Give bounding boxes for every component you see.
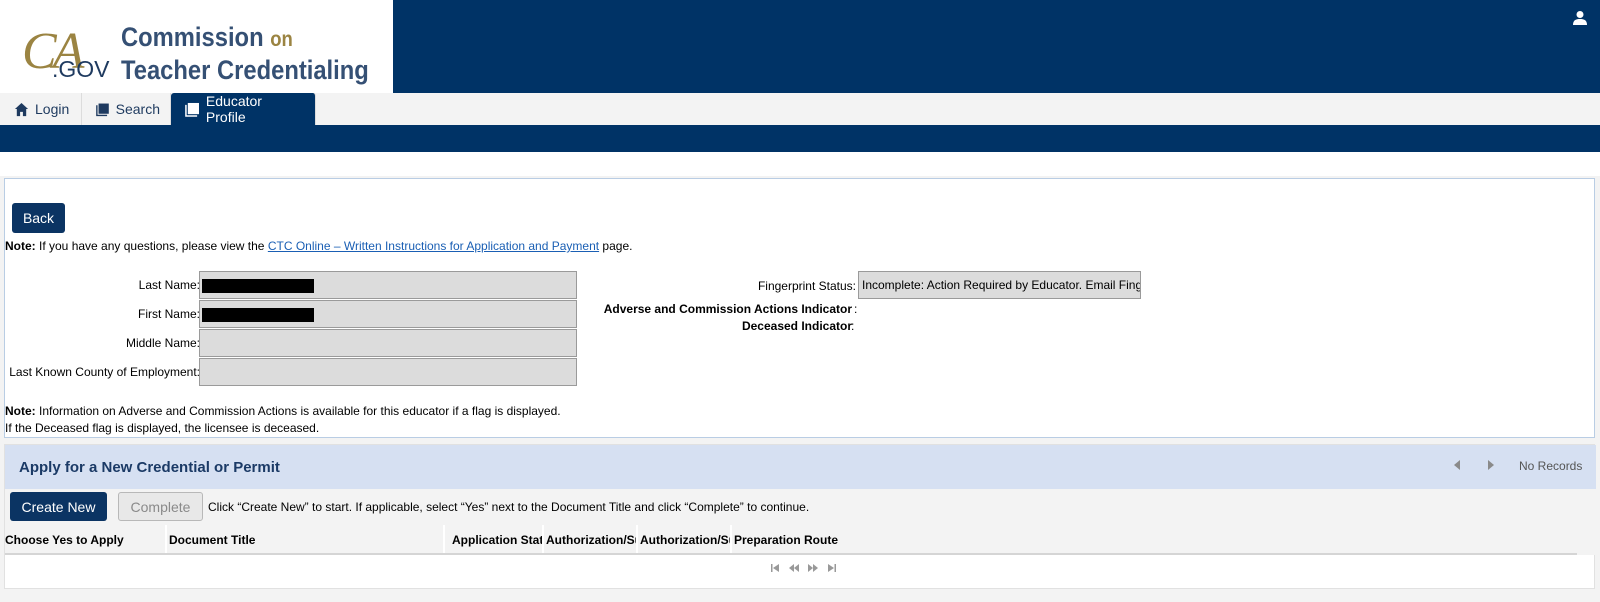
- help-note-text: If you have any questions, please view t…: [35, 239, 268, 253]
- middle-name-label: Middle Name:: [125, 336, 200, 350]
- logo-gov: .GOV: [52, 56, 110, 82]
- apply-toolbar: Create New Complete Click “Create New” t…: [5, 489, 1596, 525]
- adverse-indicator-label: Adverse and Commission Actions Indicator: [603, 302, 852, 316]
- first-page-icon[interactable]: [770, 563, 780, 573]
- county-label: Last Known County of Employment:: [9, 365, 200, 379]
- indicator-footnote: Note: Information on Adverse and Commiss…: [5, 404, 561, 418]
- apply-section-title: Apply for a New Credential or Permit: [19, 459, 280, 476]
- help-note: Note: If you have any questions, please …: [5, 239, 632, 253]
- apply-section-header: Apply for a New Credential or Permit No …: [5, 445, 1596, 489]
- record-count: No Records: [1519, 459, 1583, 473]
- search-page-icon: [96, 103, 109, 116]
- create-new-button[interactable]: Create New: [10, 492, 107, 521]
- logo[interactable]: CA .GOV Commission on Teacher Credential…: [0, 0, 393, 93]
- tab-search[interactable]: Search: [82, 93, 171, 125]
- apply-credential-section: Apply for a New Credential or Permit No …: [4, 444, 1596, 589]
- tab-login-label: Login: [35, 101, 70, 117]
- redacted-last-name: [202, 279, 314, 293]
- org-on: on: [270, 28, 293, 51]
- fingerprint-label: Fingerprint Status:: [757, 279, 856, 293]
- adverse-indicator-colon: :: [854, 302, 858, 316]
- tab-login[interactable]: Login: [0, 93, 82, 125]
- grid-pager: [770, 563, 837, 573]
- next-page-icon[interactable]: [1486, 459, 1496, 471]
- grid-scrollbar[interactable]: [1577, 525, 1596, 555]
- footnote-prefix: Note:: [5, 404, 36, 418]
- middle-name-field: [199, 329, 577, 357]
- tab-educator-profile[interactable]: Educator Profile: [171, 93, 316, 125]
- org-line1: Commission: [121, 22, 264, 52]
- deceased-indicator-label: Deceased Indicator: [741, 319, 852, 333]
- first-name-label: First Name:: [137, 307, 200, 321]
- tab-search-label: Search: [115, 101, 160, 117]
- help-note-prefix: Note:: [5, 239, 36, 253]
- last-name-label: Last Name:: [138, 278, 200, 292]
- first-name-field: [199, 300, 577, 328]
- complete-button[interactable]: Complete: [118, 492, 203, 521]
- last-page-icon[interactable]: [827, 563, 837, 573]
- col-document-title[interactable]: Document Title: [169, 525, 445, 553]
- deceased-indicator-colon: :: [851, 319, 855, 333]
- footnote-line1: Information on Adverse and Commission Ac…: [35, 404, 561, 418]
- last-name-field: [199, 271, 577, 299]
- credential-grid-header: Choose Yes to Apply Document Title Appli…: [5, 525, 1577, 555]
- educator-profile-panel: Back Note: If you have any questions, pl…: [4, 178, 1595, 438]
- help-note-suffix: page.: [599, 239, 633, 253]
- org-name: Commission on Teacher Credentialing: [121, 22, 369, 85]
- org-line2: Teacher Credentialing: [121, 55, 369, 85]
- toolbar-hint: Click “Create New” to start. If applicab…: [208, 500, 810, 514]
- previous-page-icon[interactable]: [789, 563, 799, 573]
- home-icon: [14, 102, 29, 116]
- fingerprint-status-field: Incomplete: Action Required by Educator.…: [858, 271, 1141, 299]
- deceased-footnote: If the Deceased flag is displayed, the l…: [5, 421, 320, 435]
- county-field: [199, 358, 577, 386]
- ca-gov-logo: CA .GOV: [22, 18, 112, 88]
- profile-page-icon: [185, 102, 199, 117]
- col-authorization-subject-1[interactable]: Authorization/Subject: [546, 525, 638, 553]
- tab-educator-profile-label: Educator Profile: [205, 93, 262, 125]
- user-icon[interactable]: [1572, 10, 1588, 26]
- redacted-first-name: [202, 308, 314, 322]
- col-authorization-subject-2[interactable]: Authorization/Subject: [640, 525, 732, 553]
- spacer-bar: [0, 152, 1600, 176]
- sub-nav-bar: [0, 125, 1600, 152]
- col-preparation-route[interactable]: Preparation Route: [734, 525, 934, 553]
- col-choose-yes[interactable]: Choose Yes to Apply: [5, 525, 167, 553]
- nav-tabs: Login Search Educator Profile: [0, 93, 1600, 125]
- col-application-status[interactable]: Application Status: [452, 525, 544, 553]
- back-button[interactable]: Back: [12, 203, 65, 233]
- prev-page-icon[interactable]: [1452, 459, 1462, 471]
- instructions-link[interactable]: CTC Online – Written Instructions for Ap…: [268, 239, 599, 253]
- next-page-grid-icon[interactable]: [808, 563, 818, 573]
- site-header: CA .GOV Commission on Teacher Credential…: [0, 0, 1600, 93]
